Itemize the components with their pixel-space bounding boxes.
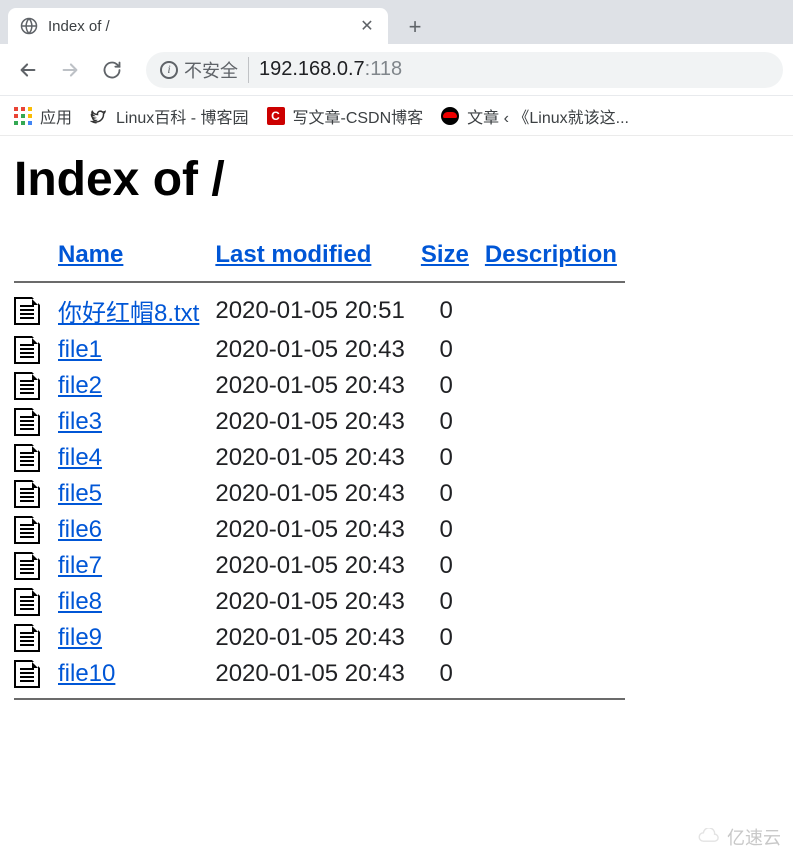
- new-tab-button[interactable]: +: [398, 10, 432, 44]
- watermark-text: 亿速云: [727, 824, 781, 850]
- bookmark-item-2[interactable]: 文章 ‹ 《Linux就该这...: [441, 104, 629, 128]
- bookmark-label: 写文章-CSDN博客: [293, 104, 424, 128]
- file-listing-table: Name Last modified Size Description 你好红帽…: [14, 235, 625, 706]
- bookmark-label: Linux百科 - 博客园: [116, 104, 248, 128]
- favicon-icon: C: [267, 107, 285, 125]
- page-content: Index of / Name Last modified Size Descr…: [0, 136, 793, 722]
- file-modified: 2020-01-05 20:43: [207, 476, 413, 512]
- file-icon: [14, 552, 40, 580]
- favicon-icon: [90, 107, 108, 125]
- tab-title: Index of /: [48, 18, 358, 35]
- table-row: file9 2020-01-05 20:430: [14, 620, 625, 656]
- file-size: 0: [413, 512, 477, 548]
- table-row: file8 2020-01-05 20:430: [14, 584, 625, 620]
- table-row: file1 2020-01-05 20:430: [14, 332, 625, 368]
- bookmark-bar: 应用 Linux百科 - 博客园 C 写文章-CSDN博客 文章 ‹ 《Linu…: [0, 96, 793, 136]
- url-host: 192.168.0.7: [259, 58, 365, 80]
- file-size: 0: [413, 656, 477, 692]
- file-modified: 2020-01-05 20:51: [207, 289, 413, 332]
- file-link[interactable]: file6: [58, 516, 102, 543]
- file-icon: [14, 444, 40, 472]
- file-link[interactable]: file3: [58, 408, 102, 435]
- file-icon: [14, 624, 40, 652]
- file-size: 0: [413, 368, 477, 404]
- file-modified: 2020-01-05 20:43: [207, 656, 413, 692]
- apps-icon: [14, 107, 32, 125]
- file-modified: 2020-01-05 20:43: [207, 620, 413, 656]
- table-row: file6 2020-01-05 20:430: [14, 512, 625, 548]
- file-icon: [14, 336, 40, 364]
- close-icon[interactable]: ✕: [358, 17, 376, 35]
- page-title: Index of /: [14, 152, 779, 207]
- forward-button[interactable]: [52, 52, 88, 88]
- address-bar[interactable]: i 不安全 192.168.0.7:118: [146, 52, 783, 88]
- file-link[interactable]: file4: [58, 444, 102, 471]
- url-text: 192.168.0.7:118: [259, 58, 402, 81]
- file-size: 0: [413, 332, 477, 368]
- file-size: 0: [413, 289, 477, 332]
- col-header-size[interactable]: Size: [421, 241, 469, 268]
- table-row: file4 2020-01-05 20:430: [14, 440, 625, 476]
- url-port: :118: [365, 58, 402, 80]
- file-size: 0: [413, 584, 477, 620]
- bookmark-label: 文章 ‹ 《Linux就该这...: [467, 104, 629, 128]
- site-info-button[interactable]: i 不安全: [160, 57, 249, 83]
- file-link[interactable]: file7: [58, 552, 102, 579]
- file-size: 0: [413, 548, 477, 584]
- file-icon: [14, 408, 40, 436]
- table-row: file5 2020-01-05 20:430: [14, 476, 625, 512]
- file-icon: [14, 660, 40, 688]
- browser-tab[interactable]: Index of / ✕: [8, 8, 388, 44]
- toolbar: i 不安全 192.168.0.7:118: [0, 44, 793, 96]
- file-icon: [14, 480, 40, 508]
- table-row: 你好红帽8.txt 2020-01-05 20:510: [14, 289, 625, 332]
- file-link[interactable]: file9: [58, 624, 102, 651]
- file-link[interactable]: file5: [58, 480, 102, 507]
- col-header-modified[interactable]: Last modified: [215, 241, 371, 268]
- bookmark-item-1[interactable]: C 写文章-CSDN博客: [267, 104, 424, 128]
- tab-bar: Index of / ✕ +: [0, 0, 793, 44]
- file-size: 0: [413, 404, 477, 440]
- file-modified: 2020-01-05 20:43: [207, 440, 413, 476]
- file-modified: 2020-01-05 20:43: [207, 368, 413, 404]
- table-row: file3 2020-01-05 20:430: [14, 404, 625, 440]
- file-modified: 2020-01-05 20:43: [207, 548, 413, 584]
- file-icon: [14, 516, 40, 544]
- file-icon: [14, 372, 40, 400]
- file-link[interactable]: 你好红帽8.txt: [58, 300, 199, 327]
- file-modified: 2020-01-05 20:43: [207, 332, 413, 368]
- file-modified: 2020-01-05 20:43: [207, 404, 413, 440]
- file-size: 0: [413, 476, 477, 512]
- file-link[interactable]: file8: [58, 588, 102, 615]
- info-icon: i: [160, 61, 178, 79]
- table-row: file7 2020-01-05 20:430: [14, 548, 625, 584]
- col-header-description[interactable]: Description: [485, 241, 617, 268]
- reload-button[interactable]: [94, 52, 130, 88]
- apps-label: 应用: [40, 104, 72, 128]
- bookmark-item-0[interactable]: Linux百科 - 博客园: [90, 104, 248, 128]
- file-modified: 2020-01-05 20:43: [207, 512, 413, 548]
- file-icon: [14, 588, 40, 616]
- apps-button[interactable]: 应用: [14, 104, 72, 128]
- file-link[interactable]: file10: [58, 660, 115, 687]
- file-size: 0: [413, 440, 477, 476]
- globe-icon: [20, 17, 38, 35]
- file-modified: 2020-01-05 20:43: [207, 584, 413, 620]
- not-secure-label: 不安全: [184, 57, 238, 83]
- col-header-name[interactable]: Name: [58, 241, 123, 268]
- watermark: 亿速云: [695, 824, 781, 850]
- favicon-icon: [441, 107, 459, 125]
- file-icon: [14, 297, 40, 325]
- table-row: file10 2020-01-05 20:430: [14, 656, 625, 692]
- file-size: 0: [413, 620, 477, 656]
- back-button[interactable]: [10, 52, 46, 88]
- table-row: file2 2020-01-05 20:430: [14, 368, 625, 404]
- file-link[interactable]: file2: [58, 372, 102, 399]
- file-link[interactable]: file1: [58, 336, 102, 363]
